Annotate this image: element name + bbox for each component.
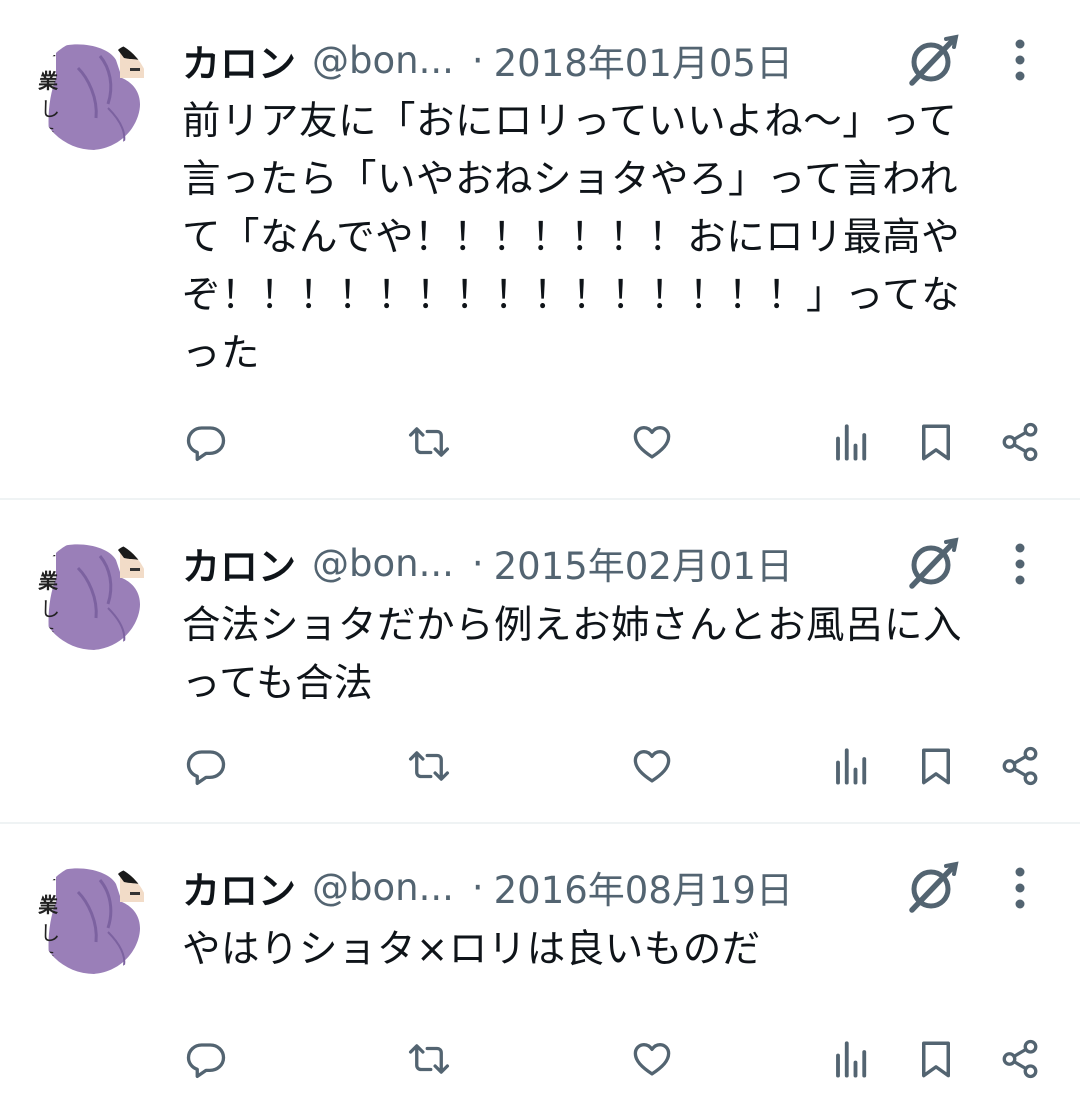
retweet-button[interactable] xyxy=(405,1035,453,1083)
tweet-text: 合法ショタだから例えお姉さんとお風呂に入 っても合法 xyxy=(182,603,963,706)
more-icon[interactable] xyxy=(1002,542,1038,586)
views-icon xyxy=(831,421,873,463)
like-icon xyxy=(631,1038,673,1080)
retweet-button[interactable] xyxy=(405,418,453,466)
views-icon xyxy=(831,1038,873,1080)
retweet-icon xyxy=(408,745,450,787)
like-button[interactable] xyxy=(628,1035,676,1083)
share-button[interactable] xyxy=(996,1035,1044,1083)
avatar-image xyxy=(38,862,150,974)
retweet-icon xyxy=(408,1038,450,1080)
share-button[interactable] xyxy=(996,418,1044,466)
more-icon[interactable] xyxy=(1002,866,1038,910)
more-icon[interactable] xyxy=(1002,38,1038,82)
reply-icon xyxy=(185,1038,227,1080)
avatar[interactable] xyxy=(38,538,150,650)
tweet-date[interactable]: 2015年02月01日 xyxy=(494,536,793,590)
grok-icon[interactable] xyxy=(906,860,960,914)
tweet-header: カロン @bon... · 2016年08月19日 xyxy=(182,860,793,915)
bookmark-button[interactable] xyxy=(912,418,960,466)
bookmark-button[interactable] xyxy=(912,1035,960,1083)
bookmark-icon xyxy=(915,745,957,787)
retweet-button[interactable] xyxy=(405,742,453,790)
reply-icon xyxy=(185,421,227,463)
tweet-actions xyxy=(0,1035,1080,1085)
author-handle[interactable]: @bon... xyxy=(312,39,454,82)
views-button[interactable] xyxy=(828,1035,876,1083)
avatar[interactable] xyxy=(38,862,150,974)
share-button[interactable] xyxy=(996,742,1044,790)
share-icon xyxy=(999,421,1041,463)
views-button[interactable] xyxy=(828,742,876,790)
reply-icon xyxy=(185,745,227,787)
bookmark-button[interactable] xyxy=(912,742,960,790)
tweet-text: やはりショタ×ロリは良いものだ xyxy=(182,927,761,972)
tweet-text: 前リア友に「おにロリっていいよね〜」って 言ったら「いやおねショタやろ」って言わ… xyxy=(182,99,961,376)
author-name[interactable]: カロン xyxy=(182,33,296,88)
grok-icon[interactable] xyxy=(906,33,960,87)
tweet-date[interactable]: 2016年08月19日 xyxy=(494,860,793,914)
like-icon xyxy=(631,745,673,787)
tweet[interactable]: カロン @bon... · 2018年01月05日 前リア友に「おにロリっていい… xyxy=(0,0,1080,499)
avatar-image xyxy=(38,38,150,150)
tweet[interactable]: カロン @bon... · 2015年02月01日 合法ショタだから例えお姉さん… xyxy=(0,500,1080,823)
reply-button[interactable] xyxy=(182,742,230,790)
header-separator: · xyxy=(471,38,484,82)
author-name[interactable]: カロン xyxy=(182,536,296,591)
grok-icon[interactable] xyxy=(906,536,960,590)
tweet-header: カロン @bon... · 2015年02月01日 xyxy=(182,536,793,591)
bookmark-icon xyxy=(915,1038,957,1080)
author-name[interactable]: カロン xyxy=(182,860,296,915)
author-handle[interactable]: @bon... xyxy=(312,542,454,585)
like-button[interactable] xyxy=(628,742,676,790)
bookmark-icon xyxy=(915,421,957,463)
header-separator: · xyxy=(471,865,484,909)
tweet-header: カロン @bon... · 2018年01月05日 xyxy=(182,33,793,88)
tweet-date[interactable]: 2018年01月05日 xyxy=(494,33,793,87)
author-handle[interactable]: @bon... xyxy=(312,866,454,909)
reply-button[interactable] xyxy=(182,1035,230,1083)
tweet[interactable]: カロン @bon... · 2016年08月19日 やはりショタ×ロリは良いもの… xyxy=(0,824,1080,1113)
avatar-image xyxy=(38,538,150,650)
retweet-icon xyxy=(408,421,450,463)
header-separator: · xyxy=(471,541,484,585)
like-icon xyxy=(631,421,673,463)
views-icon xyxy=(831,745,873,787)
reply-button[interactable] xyxy=(182,418,230,466)
tweet-actions xyxy=(0,418,1080,468)
like-button[interactable] xyxy=(628,418,676,466)
avatar[interactable] xyxy=(38,38,150,150)
views-button[interactable] xyxy=(828,418,876,466)
share-icon xyxy=(999,745,1041,787)
share-icon xyxy=(999,1038,1041,1080)
tweet-actions xyxy=(0,742,1080,792)
